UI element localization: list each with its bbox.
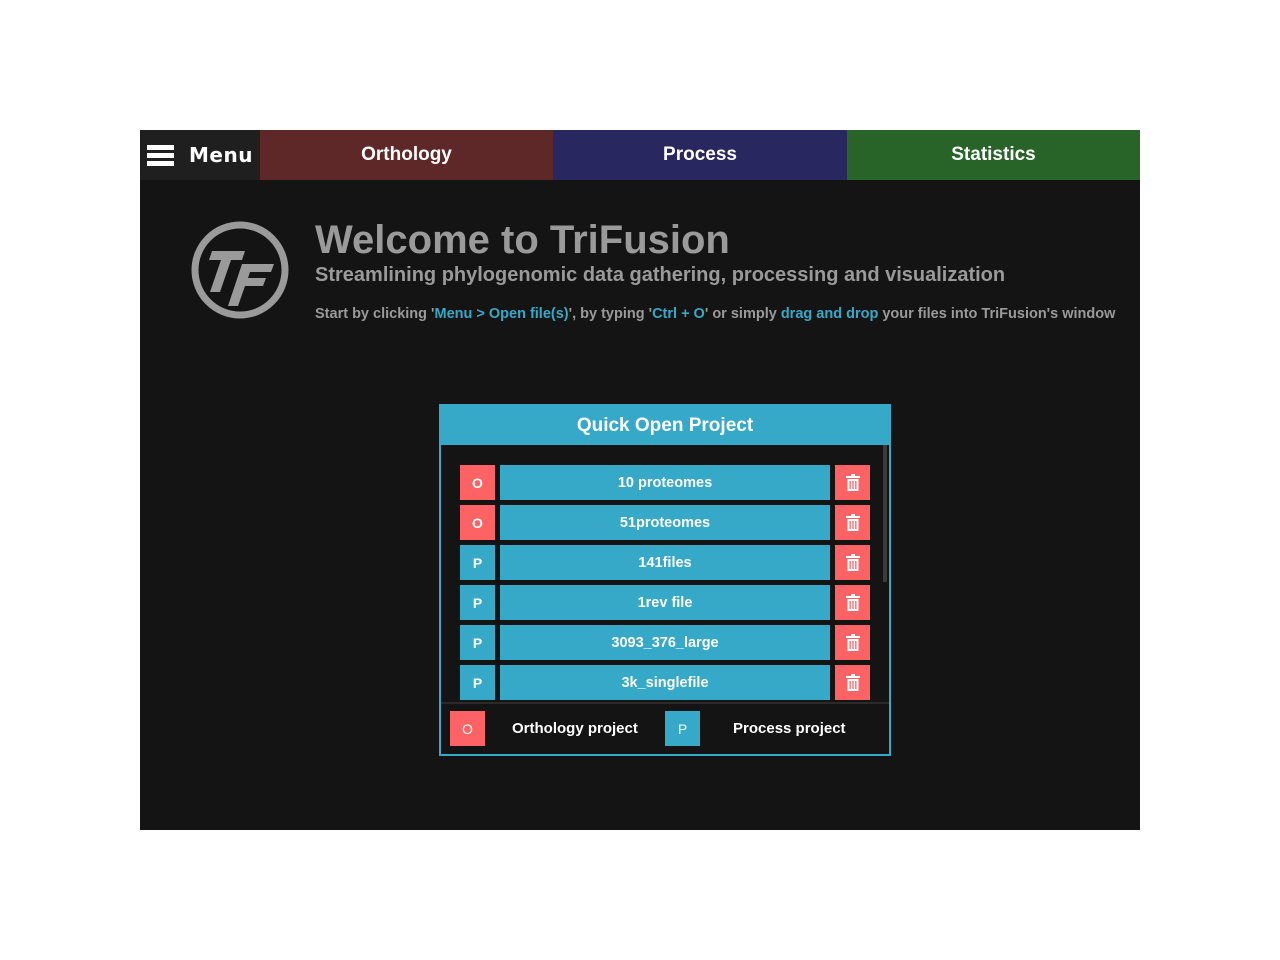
tab-orthology[interactable]: Orthology — [260, 130, 553, 180]
hint-text: ' or simply — [704, 306, 781, 322]
menu-button[interactable]: Menu — [140, 130, 260, 180]
delete-project-button[interactable] — [835, 505, 870, 540]
trifusion-logo-icon — [190, 220, 290, 320]
trash-icon — [845, 594, 860, 611]
hint-text: Start by clicking ' — [315, 306, 435, 322]
trash-icon — [845, 514, 860, 531]
project-legend: O Orthology project P Process project — [441, 702, 889, 754]
open-project-button[interactable]: 3093_376_large — [500, 625, 830, 660]
delete-project-button[interactable] — [835, 465, 870, 500]
hint-text: ', by typing ' — [568, 306, 653, 322]
tab-statistics-label: Statistics — [951, 144, 1036, 165]
welcome-subtitle: Streamlining phylogenomic data gathering… — [315, 264, 1006, 286]
tab-statistics[interactable]: Statistics — [847, 130, 1140, 180]
project-type-badge: P — [460, 625, 495, 660]
project-type-badge: O — [460, 505, 495, 540]
trash-icon — [845, 634, 860, 651]
tab-process-label: Process — [663, 144, 737, 165]
trash-icon — [845, 474, 860, 491]
open-project-button[interactable]: 51proteomes — [500, 505, 830, 540]
project-row: P 3k_singlefile — [460, 665, 871, 700]
menu-label: Menu — [189, 143, 253, 167]
quick-open-project-panel: Quick Open Project O 10 proteomes O 51prote… — [439, 404, 891, 756]
project-type-badge: O — [460, 465, 495, 500]
delete-project-button[interactable] — [835, 545, 870, 580]
project-list-scrollbar[interactable] — [883, 445, 887, 582]
orthology-legend-badge: O — [450, 711, 485, 746]
delete-project-button[interactable] — [835, 625, 870, 660]
project-row: P 3093_376_large — [460, 625, 871, 660]
project-type-badge: P — [460, 545, 495, 580]
hint-shortcut: Ctrl + O — [652, 306, 705, 322]
open-project-button[interactable]: 10 proteomes — [500, 465, 830, 500]
trifusion-window: Menu Orthology Process Statistics Welcom… — [140, 130, 1140, 830]
project-row: P 1rev file — [460, 585, 871, 620]
project-row: P 141files — [460, 545, 871, 580]
trash-icon — [845, 674, 860, 691]
project-type-badge: P — [460, 585, 495, 620]
open-project-button[interactable]: 1rev file — [500, 585, 830, 620]
quick-open-title: Quick Open Project — [441, 406, 889, 445]
process-legend-badge: P — [665, 711, 700, 746]
hamburger-icon — [147, 144, 174, 166]
welcome-hint: Start by clicking 'Menu > Open file(s)',… — [315, 306, 1115, 322]
project-list: O 10 proteomes O 51proteomes P 141files P 1rev … — [441, 445, 889, 702]
delete-project-button[interactable] — [835, 585, 870, 620]
hint-drag-drop: drag and drop — [780, 306, 879, 322]
top-navigation-bar: Menu Orthology Process Statistics — [140, 130, 1140, 180]
welcome-title: Welcome to TriFusion — [315, 218, 730, 262]
hint-menu-path: Menu > Open file(s) — [434, 306, 569, 322]
process-legend-label: Process project — [733, 720, 846, 737]
tab-process[interactable]: Process — [553, 130, 847, 180]
open-project-button[interactable]: 3k_singlefile — [500, 665, 830, 700]
hint-text: your files into TriFusion's window — [878, 306, 1116, 322]
delete-project-button[interactable] — [835, 665, 870, 700]
orthology-legend-label: Orthology project — [512, 720, 638, 737]
open-project-button[interactable]: 141files — [500, 545, 830, 580]
trash-icon — [845, 554, 860, 571]
project-row: O 10 proteomes — [460, 465, 871, 500]
project-type-badge: P — [460, 665, 495, 700]
project-row: O 51proteomes — [460, 505, 871, 540]
tab-orthology-label: Orthology — [361, 144, 452, 165]
